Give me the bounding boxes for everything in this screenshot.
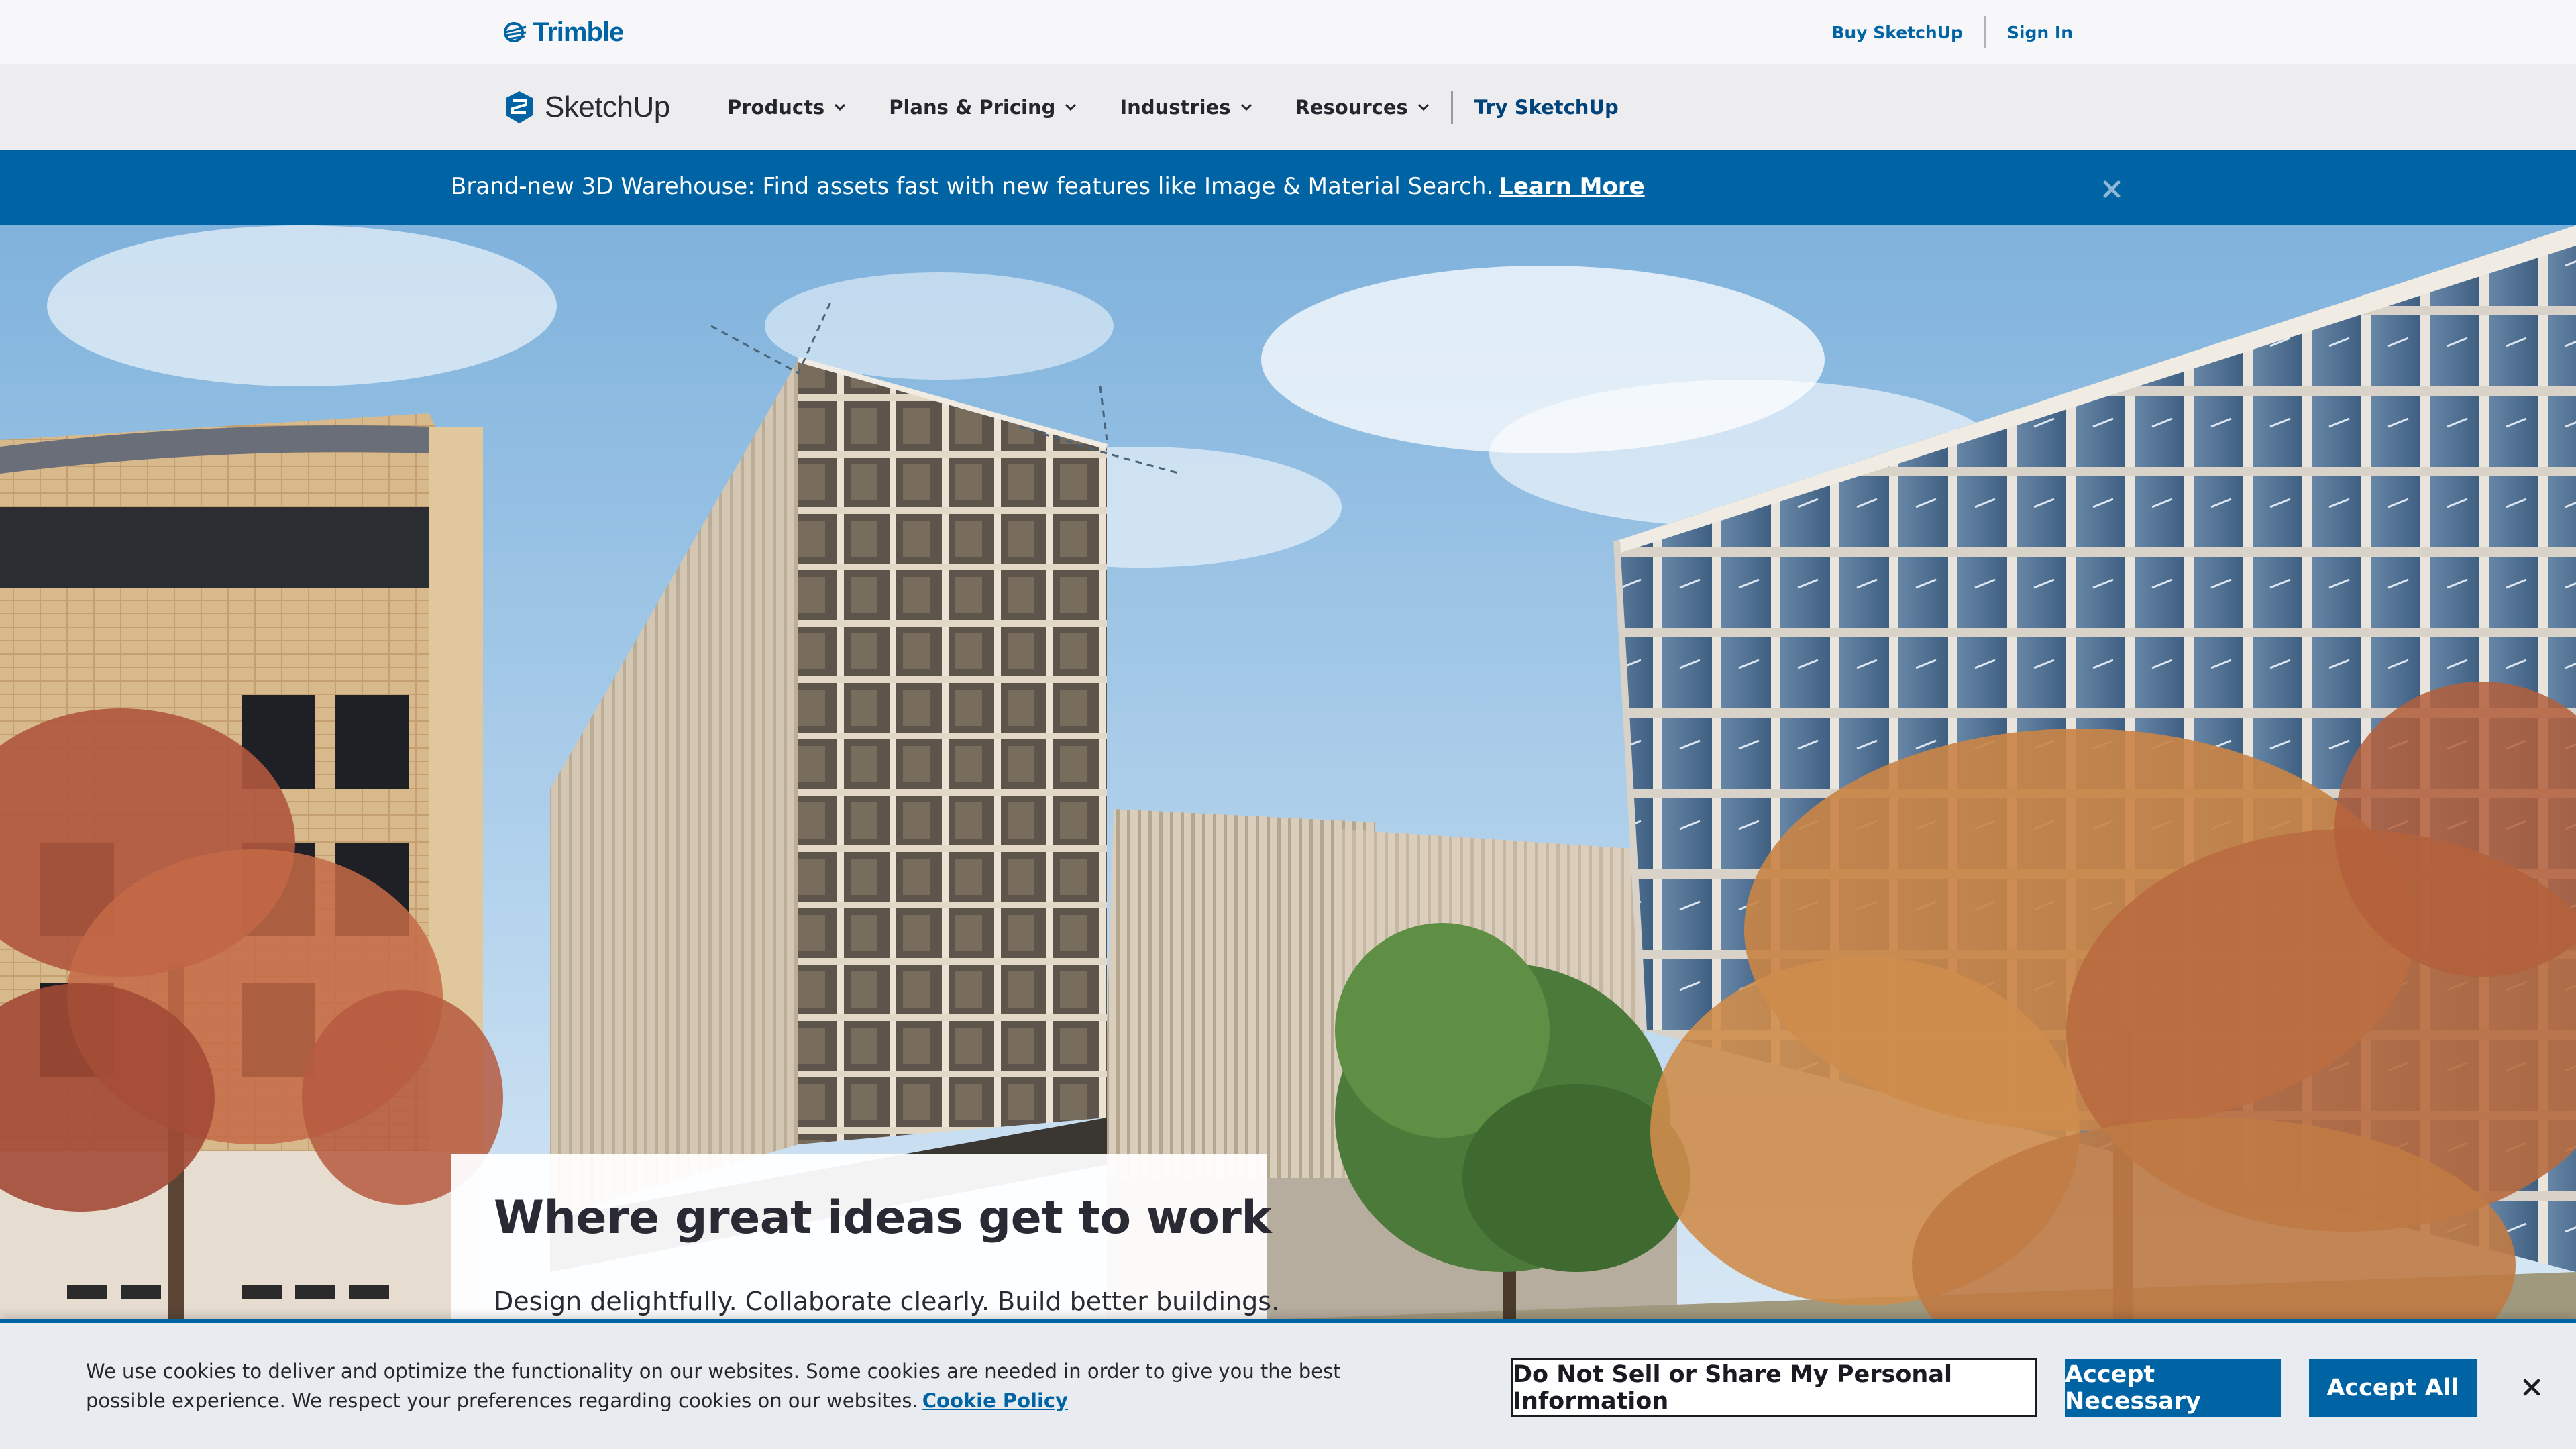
nav-item-label: Plans & Pricing xyxy=(889,96,1056,119)
hero-title: Where great ideas get to work xyxy=(494,1191,1272,1244)
hero-subtitle: Design delightfully. Collaborate clearly… xyxy=(494,1287,1280,1316)
hero-image xyxy=(0,225,2576,1449)
main-nav: SketchUp Products Plans & Pricing Indust… xyxy=(0,64,2576,150)
nav-item-products[interactable]: Products xyxy=(727,96,846,119)
nav-item-label: Products xyxy=(727,96,825,119)
trimble-logo[interactable]: Trimble xyxy=(503,17,624,47)
utility-links: Buy SketchUp Sign In xyxy=(1831,16,2073,48)
close-icon[interactable] xyxy=(2100,177,2124,201)
chevron-down-icon xyxy=(1240,103,1252,111)
accept-necessary-button[interactable]: Accept Necessary xyxy=(2065,1359,2281,1417)
announcement-text-row: Brand-new 3D Warehouse: Find assets fast… xyxy=(451,173,1645,200)
do-not-sell-button[interactable]: Do Not Sell or Share My Personal Informa… xyxy=(1511,1358,2037,1417)
nav-item-label: Resources xyxy=(1295,96,1408,119)
trimble-top-bar: Trimble Buy SketchUp Sign In xyxy=(0,0,2576,64)
sketchup-logo-text: SketchUp xyxy=(545,91,670,123)
learn-more-link[interactable]: Learn More xyxy=(1499,173,1645,200)
utility-divider xyxy=(1984,16,1986,48)
announcement-banner: Brand-new 3D Warehouse: Find assets fast… xyxy=(0,150,2576,225)
cookie-message: We use cookies to deliver and optimize t… xyxy=(86,1356,1360,1415)
chevron-down-icon xyxy=(1065,103,1077,111)
sketchup-logo[interactable]: SketchUp xyxy=(503,89,670,126)
sign-in-link[interactable]: Sign In xyxy=(2007,23,2073,42)
nav-item-plans-pricing[interactable]: Plans & Pricing xyxy=(889,96,1077,119)
nav-menu: Products Plans & Pricing Industries Reso… xyxy=(727,89,1619,126)
trimble-logo-text: Trimble xyxy=(533,17,624,47)
chevron-down-icon xyxy=(835,103,846,111)
hero-illustration xyxy=(0,225,2576,1449)
sketchup-logo-icon xyxy=(506,91,533,123)
nav-item-label: Industries xyxy=(1120,96,1231,119)
cookie-banner: We use cookies to deliver and optimize t… xyxy=(0,1319,2576,1449)
buy-sketchup-link[interactable]: Buy SketchUp xyxy=(1831,23,1963,42)
try-sketchup-link[interactable]: Try SketchUp xyxy=(1474,96,1619,119)
trimble-globe-icon xyxy=(504,22,527,42)
announcement-text: Brand-new 3D Warehouse: Find assets fast… xyxy=(451,173,1494,200)
cookie-policy-link[interactable]: Cookie Policy xyxy=(922,1389,1068,1412)
nav-item-industries[interactable]: Industries xyxy=(1120,96,1252,119)
chevron-down-icon xyxy=(1417,103,1429,111)
accept-all-button[interactable]: Accept All xyxy=(2309,1359,2477,1417)
close-icon[interactable] xyxy=(2521,1377,2542,1398)
cookie-text: We use cookies to deliver and optimize t… xyxy=(86,1360,1341,1412)
nav-item-resources[interactable]: Resources xyxy=(1295,96,1430,119)
nav-divider xyxy=(1450,91,1453,124)
